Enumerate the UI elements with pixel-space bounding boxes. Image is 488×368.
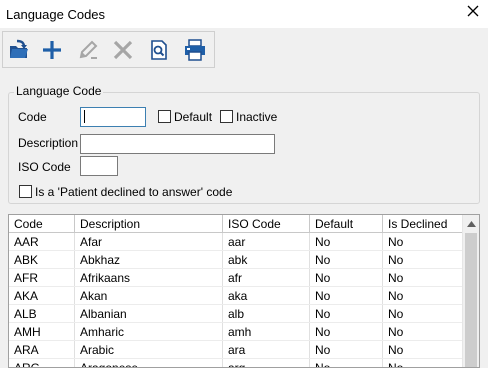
cell-default: No [310,323,383,341]
cell-is-declined: No [388,289,404,303]
magnifier-page-icon [151,40,167,60]
default-label: Default [174,110,213,124]
table-row[interactable]: ALB Albanian alb No No [9,305,463,323]
cell-default: No [310,269,383,287]
inactive-checkbox[interactable] [220,110,233,123]
column-header-default[interactable]: Default [310,215,383,233]
window-title: Language Codes [6,7,106,22]
scrollbar-thumb[interactable] [465,233,477,367]
title-bar: Language Codes [0,0,488,28]
cell-default: No [310,305,383,323]
cell-code: AMH [9,323,75,341]
print-button[interactable] [182,37,208,63]
description-label: Description [18,136,79,150]
table-row[interactable]: AKA Akan aka No No [9,287,463,305]
code-input[interactable] [80,107,146,127]
cell-code: AKA [9,287,75,305]
default-checkbox[interactable] [158,110,171,123]
cell-iso-code: alb [223,305,310,323]
add-button[interactable] [39,37,65,63]
column-header-is-declined[interactable]: Is Declined [383,215,463,233]
description-input[interactable] [80,134,275,154]
edit-button[interactable] [75,37,101,63]
cell-default: No [310,359,383,367]
open-record-button[interactable] [6,37,32,63]
code-label: Code [18,110,47,124]
inactive-label: Inactive [236,110,278,124]
table-row[interactable]: ARA Arabic ara No No [9,341,463,359]
toolbar [2,31,215,68]
cell-default: No [310,341,383,359]
table-row[interactable]: AMH Amharic amh No No [9,323,463,341]
cell-is-declined: No [388,235,404,249]
cell-code: AFR [9,269,75,287]
close-icon[interactable] [466,4,480,18]
cell-iso-code: aar [223,233,310,251]
cell-default: No [310,251,383,269]
declined-checkbox[interactable] [19,185,32,198]
cell-is-declined: No [388,325,404,339]
folder-arrow-icon [10,39,28,58]
cell-is-declined: No [388,253,404,267]
cell-description: Akan [75,287,223,305]
column-header-iso-code[interactable]: ISO Code [223,215,310,233]
preview-button[interactable] [146,37,172,63]
cell-iso-code: abk [223,251,310,269]
cell-code: AAR [9,233,75,251]
table-row[interactable]: AFR Afrikaans afr No No [9,269,463,287]
cell-default: No [310,287,383,305]
cell-code: ARA [9,341,75,359]
column-header-code[interactable]: Code [9,215,75,233]
cell-is-declined: No [388,343,404,357]
cell-code: ABK [9,251,75,269]
grid-header: Code Description ISO Code Default Is Dec… [9,215,463,233]
cell-iso-code: arg [223,359,310,367]
cell-description: Amharic [75,323,223,341]
text-caret [84,110,85,123]
cell-iso-code: afr [223,269,310,287]
iso-code-label: ISO Code [18,160,71,174]
pencil-icon [79,40,98,59]
table-row[interactable]: ARG Aragonese arg No No [9,359,463,368]
printer-icon [185,39,205,61]
delete-button[interactable] [110,37,136,63]
cell-description: Aragonese [75,359,223,367]
cell-is-declined: No [388,361,404,368]
cell-iso-code: aka [223,287,310,305]
cell-description: Albanian [75,305,223,323]
language-codes-grid[interactable]: Code Description ISO Code Default Is Dec… [8,214,480,368]
cell-description: Afar [75,233,223,251]
cell-code: ALB [9,305,75,323]
declined-label: Is a 'Patient declined to answer' code [35,185,233,199]
cell-iso-code: ara [223,341,310,359]
cell-iso-code: amh [223,323,310,341]
column-header-description[interactable]: Description [75,215,223,233]
cell-description: Afrikaans [75,269,223,287]
cell-is-declined: No [388,307,404,321]
table-row[interactable]: ABK Abkhaz abk No No [9,251,463,269]
vertical-scrollbar[interactable] [462,215,479,367]
cell-code: ARG [9,359,75,367]
x-icon [113,40,133,60]
table-row[interactable]: AAR Afar aar No No [9,233,463,251]
scroll-up-icon[interactable] [463,215,479,232]
plus-icon [43,41,61,59]
iso-code-input[interactable] [80,156,118,176]
cell-is-declined: No [388,271,404,285]
cell-description: Arabic [75,341,223,359]
cell-default: No [310,233,383,251]
cell-description: Abkhaz [75,251,223,269]
group-title: Language Code [14,84,104,98]
